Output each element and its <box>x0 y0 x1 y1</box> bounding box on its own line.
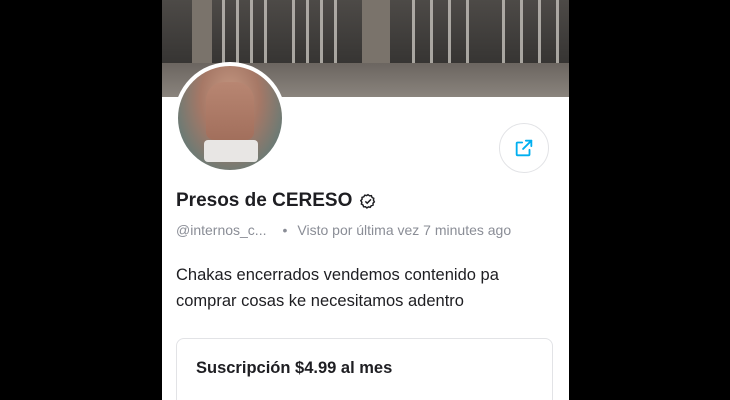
profile-meta-row: @internos_c... • Visto por última vez 7 … <box>176 222 511 238</box>
share-icon <box>513 137 535 159</box>
subscription-card[interactable]: Suscripción $4.99 al mes <box>176 338 553 400</box>
profile-bio: Chakas encerrados vendemos contenido pa … <box>176 266 499 310</box>
profile-name: Presos de CERESO <box>176 190 353 211</box>
meta-separator: • <box>282 222 288 238</box>
avatar-figure <box>206 82 254 140</box>
share-button[interactable] <box>499 123 549 173</box>
cover-cell-bars <box>222 0 342 70</box>
last-seen-text: Visto por última vez 7 minutes ago <box>297 222 512 238</box>
avatar[interactable] <box>174 62 286 174</box>
cover-wall <box>192 0 212 70</box>
cover-wall <box>362 0 390 70</box>
cover-cell-bars <box>412 0 562 70</box>
profile-handle: @internos_c... <box>176 222 267 238</box>
profile-name-row: Presos de CERESO <box>176 190 376 212</box>
subscription-price-label: Suscripción $4.99 al mes <box>196 359 393 377</box>
profile-screen: Presos de CERESO @internos_c... • Visto … <box>162 0 569 400</box>
verified-check-icon <box>360 193 376 209</box>
avatar-figure-detail <box>204 140 258 162</box>
